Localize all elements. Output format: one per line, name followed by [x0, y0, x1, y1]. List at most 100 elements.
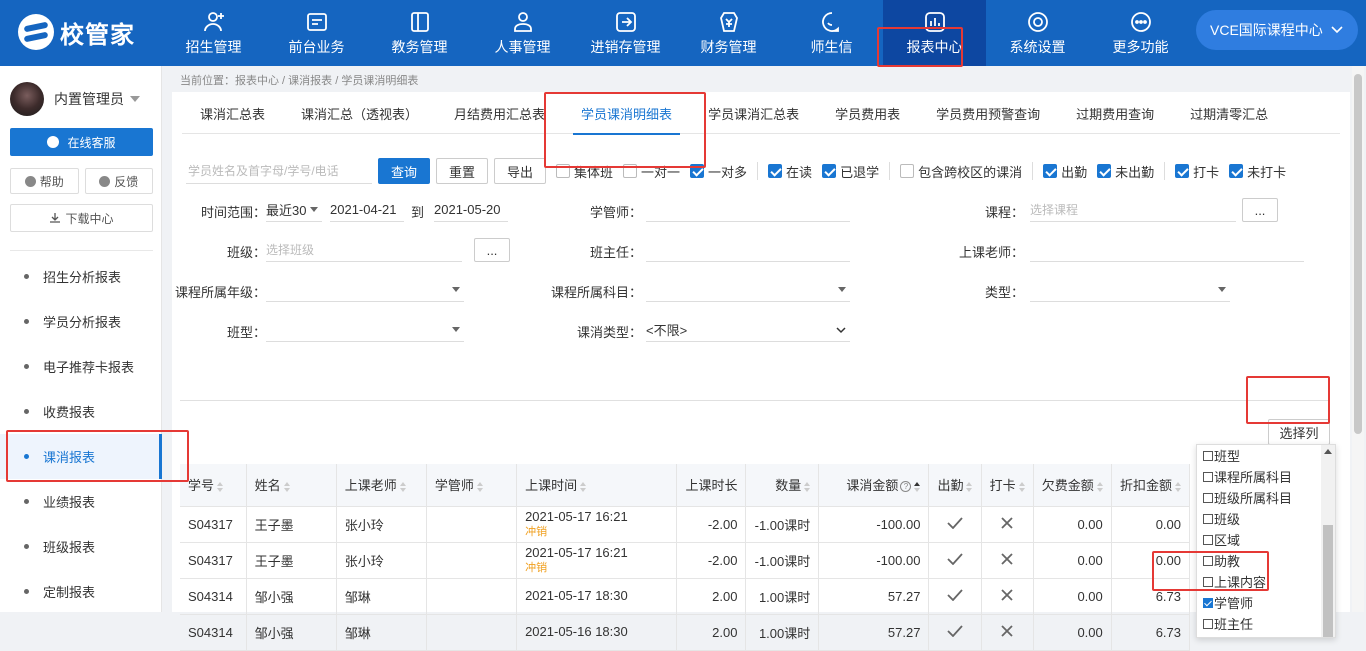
col-header-owe[interactable]: 欠费金额 — [1033, 464, 1112, 507]
date-from-input[interactable]: 2021-04-21 — [330, 198, 404, 222]
scroll-up-icon[interactable] — [1324, 449, 1332, 454]
course-input[interactable]: 选择课程 — [1030, 198, 1236, 222]
checkbox[interactable] — [1203, 471, 1213, 482]
download-center-button[interactable]: 下载中心 — [10, 204, 153, 232]
nav-item-finance[interactable]: 财务管理 — [677, 0, 780, 66]
tab-student-consume-summary[interactable]: 学员课消汇总表 — [690, 92, 817, 134]
col-header-attend[interactable]: 出勤 — [928, 464, 982, 507]
sidebar-item-class-report[interactable]: 班级报表 — [0, 524, 162, 569]
checkbox[interactable] — [1097, 164, 1112, 178]
tab-consume-summary[interactable]: 课消汇总表 — [182, 92, 283, 134]
sidebar-item-consume-report[interactable]: 课消报表 — [0, 434, 162, 479]
headteacher-input[interactable] — [646, 238, 850, 262]
scrollbar-thumb[interactable] — [1323, 525, 1333, 637]
checkbox-clockin[interactable]: 打卡 — [1175, 162, 1219, 181]
sidebar-item-recruit-report[interactable]: 招生分析报表 — [0, 254, 162, 299]
column-option[interactable]: 上课内容 — [1197, 571, 1335, 592]
checkbox[interactable] — [822, 164, 837, 178]
query-button[interactable]: 查询 — [378, 158, 430, 184]
column-option[interactable]: 班级所属科目 — [1197, 487, 1335, 508]
nav-item-recruit[interactable]: 招生管理 — [162, 0, 265, 66]
reversal-tag[interactable]: 冲销 — [525, 561, 668, 575]
sidebar-item-referral-report[interactable]: 电子推荐卡报表 — [0, 344, 162, 389]
checkbox[interactable] — [1203, 492, 1213, 503]
nav-item-settings[interactable]: 系统设置 — [986, 0, 1089, 66]
checkbox[interactable] — [1203, 555, 1213, 566]
sidebar-item-student-report[interactable]: 学员分析报表 — [0, 299, 162, 344]
checkbox[interactable] — [1203, 576, 1213, 587]
sidebar-item-custom-report[interactable]: 定制报表 — [0, 569, 162, 614]
checkbox[interactable] — [1203, 597, 1213, 608]
tab-consume-pivot[interactable]: 课消汇总（透视表） — [283, 92, 436, 134]
checkbox-one-to-one[interactable]: 一对一 — [623, 162, 680, 181]
online-service-button[interactable]: 在线客服 — [10, 128, 153, 156]
column-option-advisor[interactable]: 学管师 — [1197, 592, 1335, 613]
consume-type-select[interactable]: <不限> — [646, 318, 850, 342]
column-option[interactable]: 班级 — [1197, 508, 1335, 529]
course-picker-button[interactable]: ... — [1242, 198, 1278, 222]
checkbox[interactable] — [623, 164, 638, 178]
checkbox[interactable] — [1203, 618, 1213, 629]
checkbox-attended[interactable]: 出勤 — [1043, 162, 1087, 181]
nav-item-message[interactable]: 师生信 — [780, 0, 883, 66]
reset-button[interactable]: 重置 — [436, 158, 488, 184]
col-header-id[interactable]: 学号 — [180, 464, 247, 507]
advisor-input[interactable] — [646, 198, 850, 222]
table-row[interactable]: S04314 邹小强 邹琳 2021-05-17 18:30 2.00 1.00… — [180, 578, 1191, 615]
export-button[interactable]: 导出 — [494, 158, 546, 184]
help-button[interactable]: 帮助 — [10, 168, 79, 194]
scrollbar-thumb[interactable] — [1354, 74, 1362, 434]
tab-fee-warning[interactable]: 学员费用预警查询 — [918, 92, 1058, 134]
grade-select[interactable] — [266, 278, 464, 302]
checkbox[interactable] — [1043, 164, 1058, 178]
checkbox[interactable] — [1203, 534, 1213, 545]
nav-item-academic[interactable]: 教务管理 — [368, 0, 471, 66]
table-row[interactable]: S04314 邹小强 邹琳 2021-05-16 18:30 2.00 1.00… — [180, 614, 1191, 651]
checkbox-enrolled[interactable]: 在读 — [768, 162, 812, 181]
checkbox[interactable] — [690, 164, 705, 178]
tab-monthly-fee[interactable]: 月结费用汇总表 — [436, 92, 563, 134]
column-option[interactable]: 课程所属科目 — [1197, 466, 1335, 487]
sidebar-item-fee-report[interactable]: 收费报表 — [0, 389, 162, 434]
col-header-qty[interactable]: 数量 — [745, 464, 820, 507]
reversal-tag[interactable]: 冲销 — [525, 525, 668, 539]
user-menu[interactable]: 内置管理员 — [10, 82, 140, 116]
column-option[interactable]: 班型 — [1197, 445, 1335, 466]
subject-select[interactable] — [646, 278, 850, 302]
col-header-discount[interactable]: 折扣金额 — [1111, 464, 1191, 507]
checkbox-cross-campus[interactable]: 包含跨校区的课消 — [900, 162, 1022, 181]
col-header-advisor[interactable]: 学管师 — [426, 464, 518, 507]
checkbox-group-class[interactable]: 集体班 — [556, 162, 613, 181]
table-row[interactable]: S04317 王子墨 张小玲 2021-05-17 16:21 冲销 -2.00 … — [180, 506, 1191, 543]
checkbox[interactable] — [1229, 164, 1244, 178]
column-option[interactable]: 区域 — [1197, 529, 1335, 550]
col-header-time[interactable]: 上课时间 — [516, 464, 678, 507]
col-header-name[interactable]: 姓名 — [246, 464, 337, 507]
tab-student-fee[interactable]: 学员费用表 — [817, 92, 918, 134]
checkbox[interactable] — [900, 164, 915, 178]
nav-item-more[interactable]: 更多功能 — [1089, 0, 1192, 66]
tab-expired-clear[interactable]: 过期清零汇总 — [1172, 92, 1286, 134]
class-input[interactable]: 选择班级 — [266, 238, 462, 262]
date-to-input[interactable]: 2021-05-20 — [434, 198, 508, 222]
checkbox[interactable] — [1203, 450, 1213, 461]
col-header-amount[interactable]: 课消金额? — [818, 464, 930, 507]
tab-expired-fee[interactable]: 过期费用查询 — [1058, 92, 1172, 134]
classtype-select[interactable] — [266, 318, 464, 342]
dropdown-scrollbar[interactable] — [1321, 445, 1335, 637]
search-input[interactable] — [186, 158, 372, 184]
checkbox[interactable] — [1175, 164, 1190, 178]
time-preset-select[interactable]: 最近30 — [266, 198, 322, 222]
nav-item-inventory[interactable]: 进销存管理 — [574, 0, 677, 66]
checkbox-withdrawn[interactable]: 已退学 — [822, 162, 879, 181]
table-row[interactable]: S04317 王子墨 张小玲 2021-05-17 16:21 冲销 -2.00 … — [180, 542, 1191, 579]
checkbox[interactable] — [556, 164, 570, 178]
nav-item-report[interactable]: 报表中心 — [883, 0, 986, 66]
col-header-clockin[interactable]: 打卡 — [981, 464, 1034, 507]
col-header-duration[interactable]: 上课时长 — [676, 464, 747, 507]
checkbox[interactable] — [1203, 513, 1213, 524]
page-scrollbar[interactable] — [1352, 66, 1364, 612]
col-header-teacher[interactable]: 上课老师 — [336, 464, 427, 507]
checkbox-one-to-many[interactable]: 一对多 — [690, 162, 747, 181]
column-option[interactable]: 班主任 — [1197, 613, 1335, 634]
